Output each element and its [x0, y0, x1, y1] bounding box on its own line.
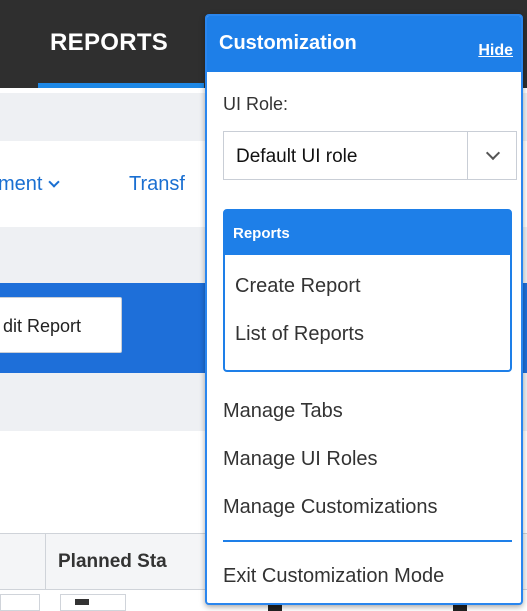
tab-reports-label: REPORTS — [50, 29, 169, 56]
manage-tabs-link[interactable]: Manage Tabs — [223, 400, 343, 423]
create-report-link[interactable]: Create Report — [235, 275, 361, 298]
edit-report-button[interactable]: dit Report — [0, 297, 122, 353]
active-tab-indicator — [38, 83, 204, 88]
column-header-planned-start[interactable]: Planned Sta — [58, 551, 167, 573]
panel-divider — [223, 540, 512, 542]
customization-panel: Customization Hide UI Role: Default UI r… — [205, 14, 523, 605]
select-divider — [467, 132, 468, 179]
exit-customization-mode-link[interactable]: Exit Customization Mode — [223, 565, 444, 588]
panel-header: Customization Hide — [207, 16, 521, 72]
menu-item-management-label: ment — [0, 173, 43, 195]
column-divider — [45, 534, 46, 591]
tab-reports[interactable]: REPORTS — [38, 0, 204, 88]
chevron-down-icon — [48, 176, 61, 188]
chevron-down-icon[interactable] — [485, 145, 501, 161]
panel-title: Customization — [219, 32, 357, 54]
list-of-reports-link[interactable]: List of Reports — [235, 323, 364, 346]
manage-customizations-link[interactable]: Manage Customizations — [223, 496, 438, 519]
row-checkbox-cell[interactable] — [0, 594, 40, 611]
dropdown-icon — [75, 599, 89, 605]
reports-section-title: Reports — [233, 225, 290, 242]
ui-role-selected-value: Default UI role — [236, 146, 358, 167]
reports-section-header: Reports — [225, 211, 510, 255]
hide-link[interactable]: Hide — [478, 42, 513, 60]
reports-section: Reports Create Report List of Reports — [223, 209, 512, 372]
row-control[interactable] — [60, 594, 126, 611]
ui-role-label: UI Role: — [223, 94, 289, 114]
ui-role-select[interactable]: Default UI role — [223, 131, 517, 180]
menu-item-management[interactable]: ment — [0, 173, 61, 196]
menu-item-transfer[interactable]: Transf — [129, 173, 185, 196]
manage-ui-roles-link[interactable]: Manage UI Roles — [223, 448, 378, 471]
